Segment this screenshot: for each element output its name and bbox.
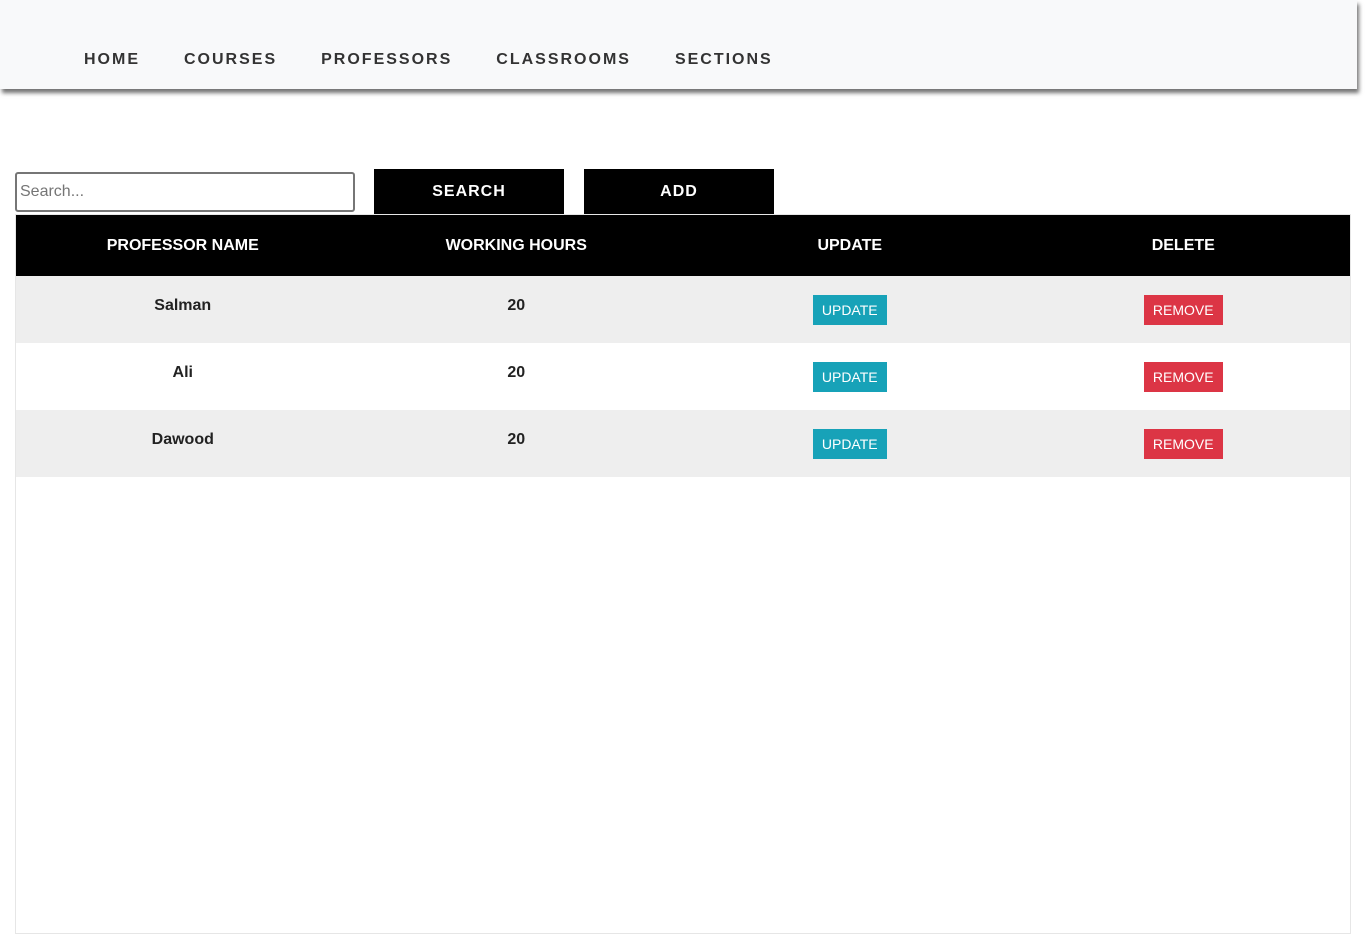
update-button[interactable]: UPDATE	[812, 362, 887, 392]
remove-button[interactable]: REMOVE	[1143, 362, 1223, 392]
toolbar: SEARCH ADD	[15, 169, 774, 214]
column-header-delete: DELETE	[1151, 236, 1215, 254]
update-cell: UPDATE	[683, 410, 1017, 477]
search-button[interactable]: SEARCH	[374, 169, 564, 214]
table-row: Ali 20 UPDATE REMOVE	[16, 343, 1350, 410]
professors-table-panel: PROFESSOR NAME WORKING HOURS UPDATE DELE…	[15, 214, 1351, 934]
remove-button[interactable]: REMOVE	[1143, 429, 1223, 459]
working-hours-cell: 20	[507, 431, 526, 448]
column-header-professor-name: PROFESSOR NAME	[106, 236, 259, 254]
nav-item-courses[interactable]: COURSES	[184, 50, 277, 70]
delete-cell: REMOVE	[1017, 343, 1351, 410]
professor-name-cell: Dawood	[151, 431, 214, 448]
nav-item-home[interactable]: HOME	[84, 50, 140, 70]
nav-item-classrooms[interactable]: CLASSROOMS	[496, 50, 631, 70]
search-input[interactable]	[15, 171, 355, 212]
update-button[interactable]: UPDATE	[812, 429, 887, 459]
professor-name-cell: Salman	[154, 297, 212, 314]
delete-cell: REMOVE	[1017, 276, 1351, 343]
update-button[interactable]: UPDATE	[812, 295, 887, 325]
column-header-update: UPDATE	[817, 236, 883, 254]
nav-item-professors[interactable]: PROFESSORS	[321, 50, 452, 70]
nav-menu: HOME COURSES PROFESSORS CLASSROOMS SECTI…	[84, 50, 773, 70]
table-row: Dawood 20 UPDATE REMOVE	[16, 410, 1350, 477]
nav-item-sections[interactable]: SECTIONS	[675, 50, 773, 70]
update-cell: UPDATE	[683, 276, 1017, 343]
delete-cell: REMOVE	[1017, 410, 1351, 477]
professor-name-cell: Ali	[172, 364, 193, 381]
top-navbar: HOME COURSES PROFESSORS CLASSROOMS SECTI…	[0, 0, 1357, 89]
working-hours-cell: 20	[507, 297, 526, 314]
table-row: Salman 20 UPDATE REMOVE	[16, 276, 1350, 343]
update-cell: UPDATE	[683, 343, 1017, 410]
working-hours-cell: 20	[507, 364, 526, 381]
table-header-row: PROFESSOR NAME WORKING HOURS UPDATE DELE…	[16, 215, 1350, 276]
add-button[interactable]: ADD	[584, 169, 774, 214]
professors-table: PROFESSOR NAME WORKING HOURS UPDATE DELE…	[16, 215, 1350, 477]
remove-button[interactable]: REMOVE	[1143, 295, 1223, 325]
column-header-working-hours: WORKING HOURS	[445, 236, 587, 254]
